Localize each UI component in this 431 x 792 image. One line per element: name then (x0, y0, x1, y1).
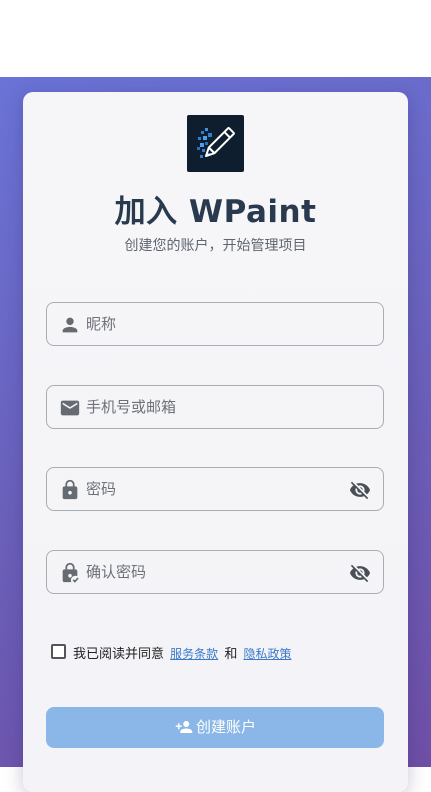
privacy-link[interactable]: 隐私政策 (243, 647, 291, 661)
top-spacer (0, 0, 431, 77)
agreement-and: 和 (224, 647, 238, 662)
agreement-prefix: 我已阅读并同意 (73, 647, 165, 662)
password-input[interactable] (86, 468, 336, 510)
nickname-field[interactable] (46, 302, 384, 346)
nickname-input[interactable] (86, 303, 336, 345)
page-subtitle: 创建您的账户，开始管理项目 (124, 238, 307, 254)
confirm-password-input[interactable] (86, 551, 336, 593)
person-icon (59, 314, 81, 336)
lock-check-icon (59, 562, 81, 584)
agreement-text: 我已阅读并同意 服务条款 和 隐私政策 (73, 643, 293, 662)
agree-checkbox[interactable] (51, 644, 66, 659)
page-title: 加入 WPaint (114, 194, 317, 230)
create-account-label: 创建账户 (195, 718, 256, 736)
eye-off-icon[interactable] (348, 562, 372, 584)
terms-link[interactable]: 服务条款 (170, 647, 218, 661)
eye-off-icon[interactable] (348, 479, 372, 501)
password-field[interactable] (46, 467, 384, 511)
contact-input[interactable] (86, 386, 336, 428)
app-logo (187, 115, 244, 172)
person-add-icon (175, 721, 193, 733)
lock-icon (59, 479, 81, 501)
email-icon (59, 397, 81, 419)
contact-field[interactable] (46, 385, 384, 429)
confirm-password-field[interactable] (46, 550, 384, 594)
signup-card: 加入 WPaint 创建您的账户，开始管理项目 昵称 手机号或邮箱 我已阅读并同… (23, 92, 408, 792)
pencil-pixel-logo-icon (197, 127, 235, 158)
create-account-button[interactable]: 创建账户 (46, 707, 384, 748)
